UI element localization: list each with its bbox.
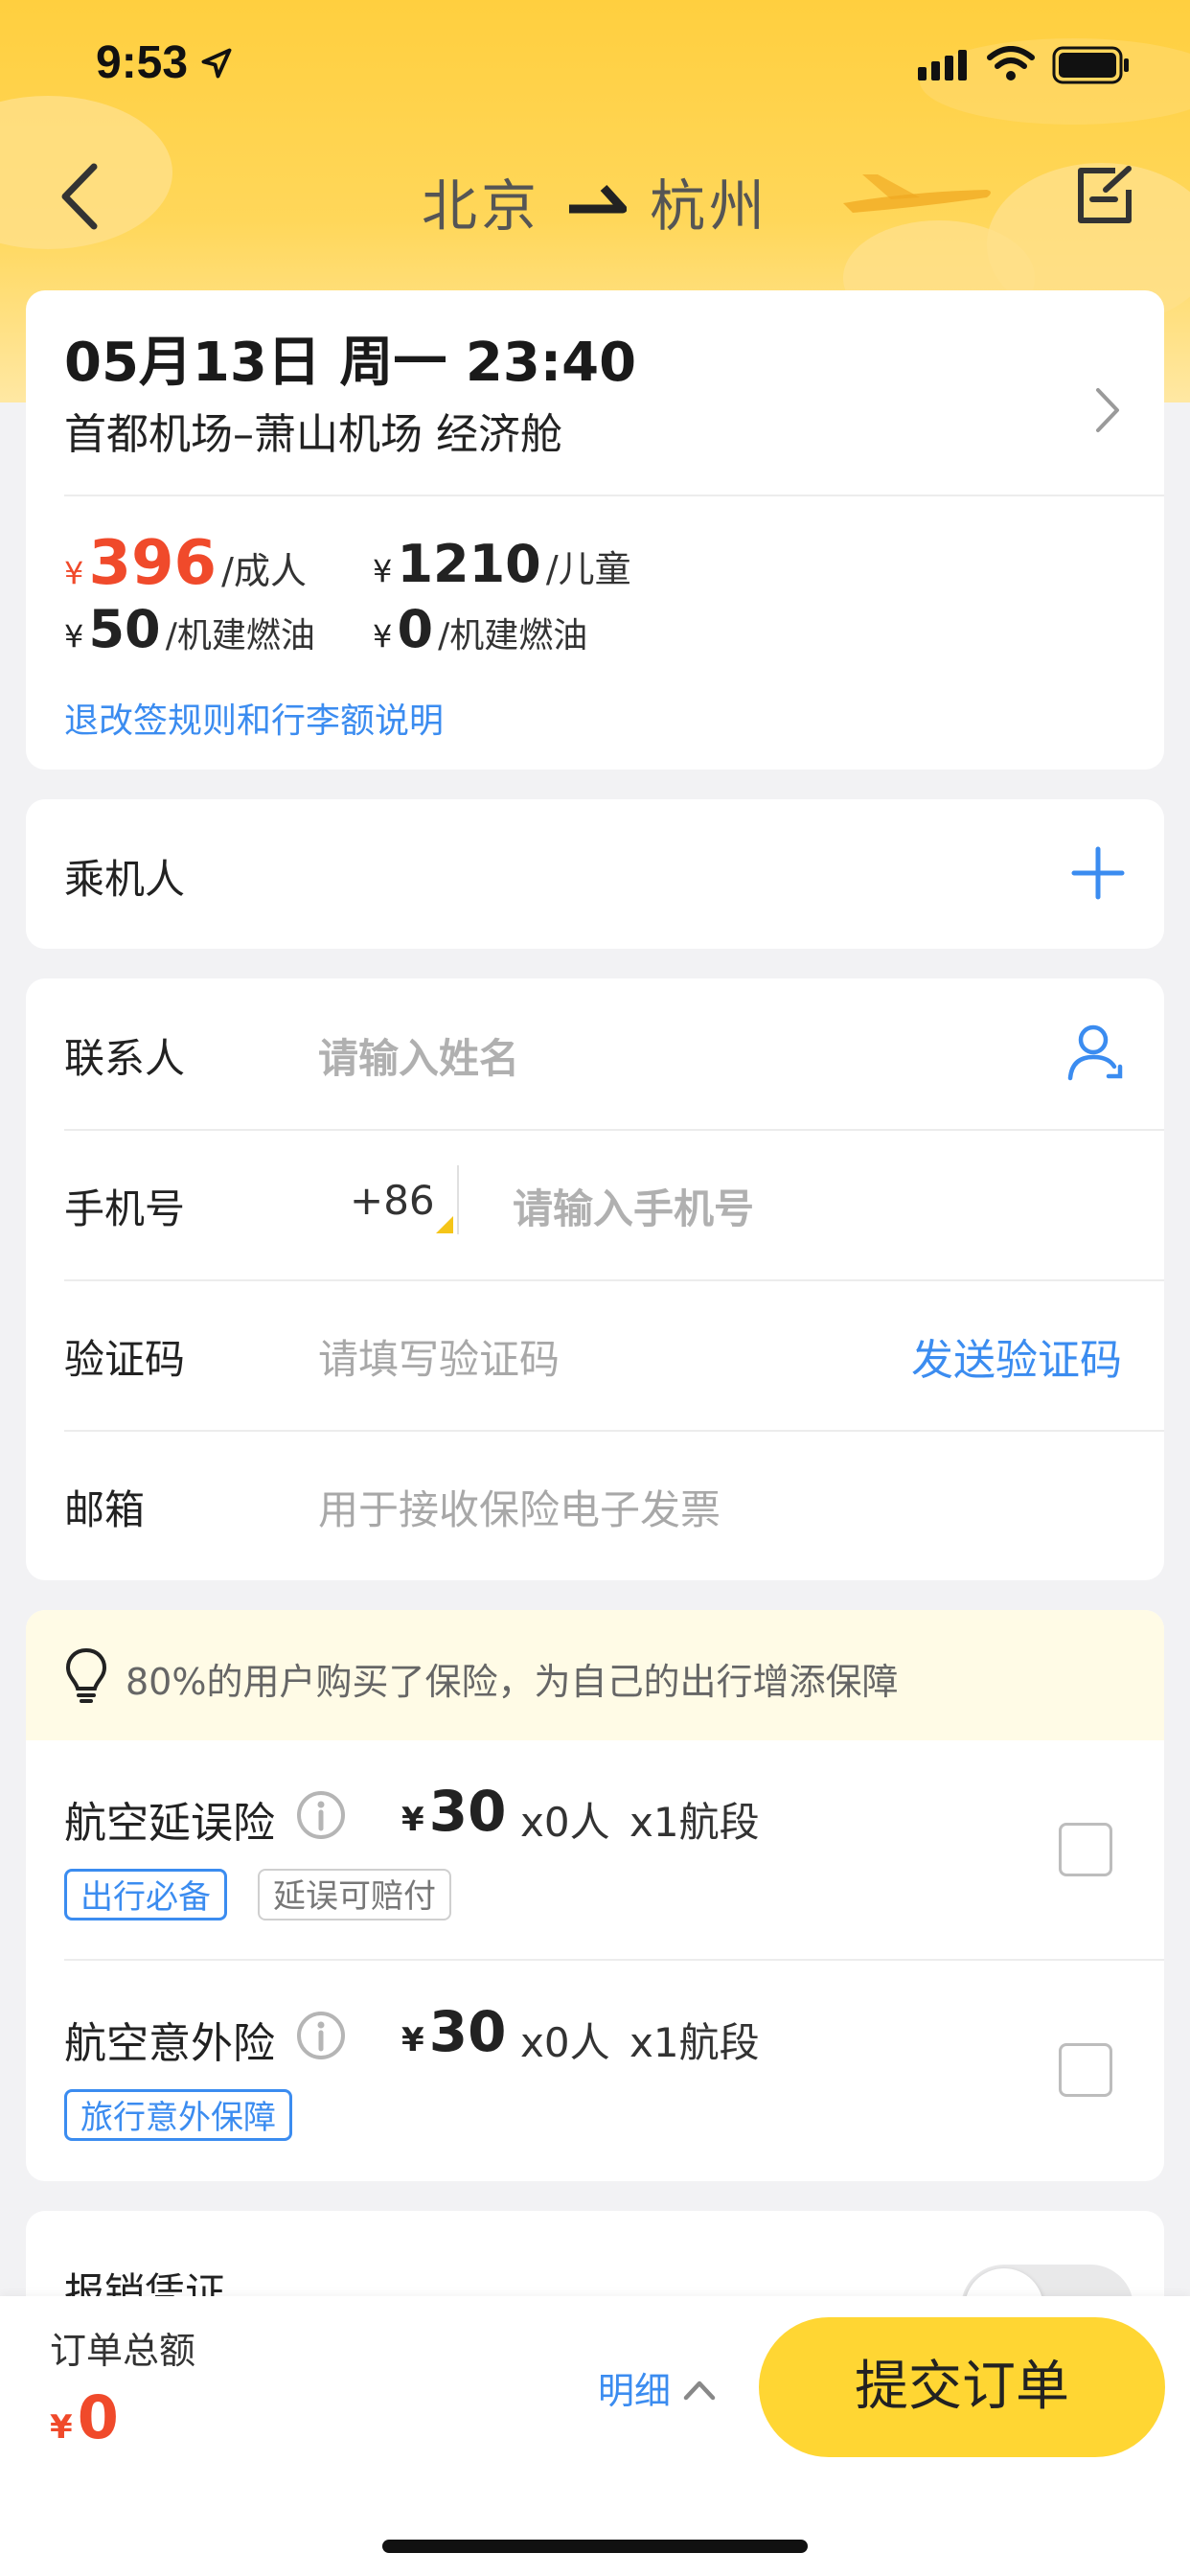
insurance-item: 航空延误险 ¥ 30 x0人 x1航段 出行必备 延误可赔付 — [26, 1740, 1164, 1961]
wifi-icon — [987, 46, 1035, 80]
child-price-label: /儿童 — [545, 548, 631, 590]
detail-toggle[interactable]: 明细 — [598, 2361, 671, 2419]
insurance-tag: 延误可赔付 — [258, 1869, 451, 1920]
rules-link[interactable]: 退改签规则和行李额说明 — [64, 693, 444, 743]
child-price: ¥ 1210 /儿童 — [373, 534, 631, 594]
contact-name-input[interactable]: 请输入姓名 — [318, 1026, 519, 1085]
airplane-decoration-icon — [843, 174, 991, 213]
insurance-segments: x1航段 — [629, 2019, 760, 2066]
insurance-persons: x0人 — [520, 1799, 610, 1846]
insurance-name: 航空意外险 — [64, 2019, 275, 2068]
status-bar: 9:53 — [0, 0, 1190, 125]
contact-name-label: 联系人 — [64, 1035, 186, 1082]
status-time: 9:53 — [96, 37, 189, 88]
insurance-price: ¥ 30 — [401, 1999, 507, 2064]
dropdown-corner-icon — [436, 1216, 453, 1233]
adult-fuel-label: /机建燃油 — [165, 616, 315, 656]
phone-label: 手机号 — [64, 1185, 186, 1232]
email-label: 邮箱 — [64, 1486, 146, 1533]
add-passenger-icon[interactable] — [1070, 845, 1126, 901]
route-title: 北京 — [422, 161, 541, 239]
flight-datetime: 05月13日 周一 23:40 — [64, 332, 637, 394]
flight-divider — [64, 494, 1164, 496]
adult-fuel: ¥ 50 /机建燃油 — [64, 599, 315, 659]
bottom-bar: 订单总额 ¥ 0 明细 提交订单 — [0, 2296, 1190, 2576]
home-indicator — [382, 2540, 808, 2553]
email-input[interactable]: 用于接收保险电子发票 — [318, 1478, 721, 1536]
adult-fuel-value: 50 — [88, 599, 161, 659]
child-fuel-value: 0 — [397, 599, 434, 659]
info-icon[interactable] — [296, 1790, 346, 1840]
child-fuel: ¥ 0 /机建燃油 — [373, 599, 588, 659]
insurance-checkbox[interactable] — [1059, 1823, 1112, 1876]
insurance-item: 航空意外险 ¥ 30 x0人 x1航段 旅行意外保障 — [26, 1961, 1164, 2181]
contact-card: 联系人 请输入姓名 手机号 +86 请输入手机号 验证码 请填写验证码 发送验证… — [26, 978, 1164, 1580]
insurance-checkbox[interactable] — [1059, 2043, 1112, 2097]
from-city: 北京 — [422, 173, 541, 239]
flight-card[interactable]: 05月13日 周一 23:40 首都机场–萧山机场 经济舱 ¥ 396 /成人 … — [26, 290, 1164, 770]
child-fuel-label: /机建燃油 — [438, 616, 588, 656]
submit-label: 提交订单 — [855, 2356, 1069, 2418]
code-label: 验证码 — [64, 1336, 186, 1383]
location-arrow-icon — [201, 48, 232, 79]
to-city: 杭州 — [650, 173, 769, 239]
insurance-price: ¥ 30 — [401, 1779, 507, 1844]
info-icon[interactable] — [296, 2011, 346, 2060]
insurance-tip-text: 80%的用户购买了保险，为自己的出行增添保障 — [126, 1661, 899, 1703]
chevron-up-icon[interactable] — [682, 2377, 717, 2402]
signal-icon — [918, 50, 967, 80]
back-chevron-icon[interactable] — [56, 161, 103, 232]
insurance-tag: 旅行意外保障 — [64, 2089, 292, 2141]
detail-label: 明细 — [598, 2370, 672, 2412]
insurance-tag: 出行必备 — [64, 1869, 227, 1920]
insurance-card: 80%的用户购买了保险，为自己的出行增添保障 航空延误险 ¥ 30 x0人 x1… — [26, 1610, 1164, 2181]
chevron-right-icon[interactable] — [1093, 386, 1122, 434]
lightbulb-icon — [65, 1647, 107, 1703]
total-label: 订单总额 — [50, 2330, 196, 2372]
child-price-value: 1210 — [397, 534, 541, 594]
insurance-name: 航空延误险 — [64, 1799, 275, 1848]
insurance-tip: 80%的用户购买了保险，为自己的出行增添保障 — [26, 1610, 1164, 1740]
total-amount: ¥ 0 — [50, 2382, 119, 2452]
send-code-button[interactable]: 发送验证码 — [911, 1325, 1122, 1387]
country-code-selector[interactable]: +86 — [350, 1177, 435, 1224]
plane-arrow-icon — [569, 184, 627, 214]
edit-note-icon[interactable] — [1073, 165, 1136, 228]
submit-order-button[interactable]: 提交订单 — [759, 2317, 1165, 2457]
flight-route: 首都机场–萧山机场 经济舱 — [64, 410, 562, 459]
adult-price-value: 396 — [88, 528, 217, 599]
adult-price-label: /成人 — [221, 550, 307, 592]
code-input[interactable]: 请填写验证码 — [318, 1327, 560, 1386]
passenger-label: 乘机人 — [64, 856, 186, 903]
insurance-persons: x0人 — [520, 2019, 610, 2066]
phone-divider — [457, 1165, 459, 1234]
insurance-segments: x1航段 — [629, 1799, 760, 1846]
passenger-card[interactable]: 乘机人 — [26, 799, 1164, 949]
adult-price: ¥ 396 /成人 — [64, 528, 307, 599]
phone-input[interactable]: 请输入手机号 — [513, 1177, 754, 1235]
contact-picker-icon[interactable] — [1066, 1023, 1124, 1082]
battery-icon — [1052, 46, 1129, 84]
